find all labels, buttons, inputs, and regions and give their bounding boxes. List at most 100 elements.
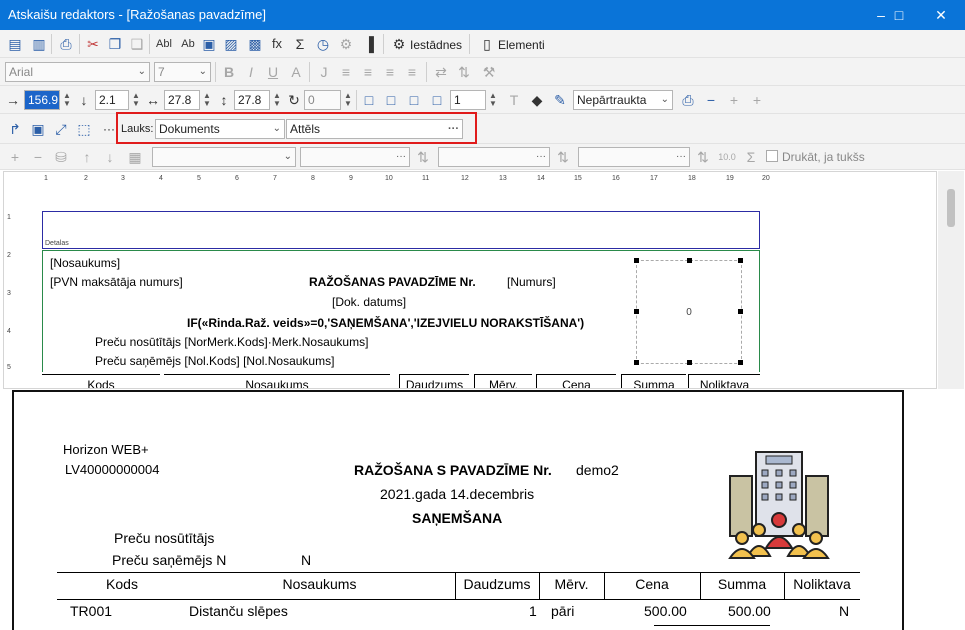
elements-button[interactable]: Elementi [498,38,545,52]
design-numurs[interactable]: [Numurs] [507,275,556,289]
spin-icon[interactable]: ▲ ▼ [132,92,140,108]
text-fit-icon[interactable]: ⇅ [455,63,473,81]
justify-icon[interactable]: J [315,63,333,81]
design-nosaukums[interactable]: [Nosaukums] [50,256,120,270]
bold-icon[interactable]: B [220,63,238,81]
group-field-input[interactable]: ··· [300,147,410,167]
sort2-field-input[interactable]: ··· [578,147,690,167]
top-position-input[interactable]: 2.1 [95,90,129,110]
sum-filter-icon[interactable]: Σ [742,148,760,166]
fit-icon[interactable]: ▣ [29,120,47,138]
border-right-icon[interactable]: □ [428,91,446,109]
design-if-expression[interactable]: IF(«Rinda.Raž. veids»=0,'SAŅEMŠANA','IZE… [187,316,584,330]
sort-icon[interactable]: ⇅ [554,148,572,166]
sort2-icon[interactable]: ⇅ [694,148,712,166]
spin-icon[interactable]: ▲ ▼ [489,92,497,108]
design-pvn[interactable]: [PVN maksātāja numurs] [50,275,183,289]
design-col-cena[interactable]: Cena [536,374,616,388]
print-if-empty-checkbox[interactable] [766,150,778,162]
sum-icon[interactable]: Σ [291,35,309,53]
rotation-input[interactable]: 0 [304,90,341,110]
design-date[interactable]: [Dok. datums] [332,295,406,309]
print-preview-icon[interactable]: ⎙ [57,35,75,53]
details-band[interactable]: Detalas [42,211,760,249]
text-wrap-icon[interactable]: ⇄ [432,63,450,81]
design-col-nosaukums[interactable]: Nosaukums [164,374,390,388]
cut-icon[interactable]: ✂ [84,35,102,53]
border-width-input[interactable]: 1 [450,90,486,110]
border-top-icon[interactable]: □ [382,91,400,109]
save-icon[interactable]: ▤ [6,35,24,53]
add-icon[interactable]: + [6,148,24,166]
minus-icon[interactable]: − [702,91,720,109]
plus-small-icon[interactable]: + [748,91,766,109]
sort-az-icon[interactable]: ⇅ [414,148,432,166]
picture-field-icon[interactable]: ▩ [246,35,264,53]
barcode-icon[interactable]: ▐ [360,35,378,53]
design-col-merv[interactable]: Mērv. [474,374,532,388]
text-style-icon[interactable]: T [505,91,523,109]
wrench-icon[interactable]: ⚒ [480,63,498,81]
align-center-icon[interactable]: ≡ [359,63,377,81]
border-bottom-icon[interactable]: □ [405,91,423,109]
copy-icon[interactable]: ❐ [106,35,124,53]
settings-button[interactable]: Iestādnes [410,38,462,52]
vertical-scrollbar[interactable] [938,171,964,389]
group-icon[interactable]: ▦ [126,148,144,166]
pen-color-icon[interactable]: ✎ [551,91,569,109]
gear-icon[interactable]: ⚙ [390,35,408,53]
move-up-icon[interactable]: ↑ [78,148,96,166]
database-icon[interactable]: ⛁ [52,148,70,166]
expand-icon[interactable]: ⬚ [75,120,93,138]
italic-icon[interactable]: I [242,63,260,81]
design-title[interactable]: RAŽOŠANAS PAVADZĪME Nr. [309,275,476,289]
remove-icon[interactable]: − [29,148,47,166]
width-input[interactable]: 27.8 [164,90,200,110]
design-col-noliktava[interactable]: Noliktava [688,374,760,388]
sort-field-input[interactable]: ··· [438,147,550,167]
printer-icon[interactable]: ⎙ [679,91,697,109]
spin-icon[interactable]: ▲ ▼ [203,92,211,108]
gear-element-icon[interactable]: ⚙ [337,35,355,53]
maximize-icon[interactable]: □ [884,4,914,26]
move-down-icon[interactable]: ↓ [101,148,119,166]
formula-icon[interactable]: fx [268,35,286,53]
save-as-icon[interactable]: ▥ [30,35,48,53]
border-left-icon[interactable]: □ [360,91,378,109]
align-right-icon[interactable]: ≡ [381,63,399,81]
shape-icon[interactable]: ▣ [200,35,218,53]
border-style-select[interactable]: Nepārtraukta ⌄ [573,90,673,110]
align-justify-icon[interactable]: ≡ [403,63,421,81]
design-col-kods[interactable]: Kods [42,374,160,388]
text-element-icon[interactable]: Abl [153,35,175,53]
bring-front-icon[interactable]: ↱ [6,120,24,138]
image-field[interactable]: 0 [636,260,742,364]
spin-icon[interactable]: ▲ ▼ [344,92,352,108]
align-left-icon[interactable]: ≡ [337,63,355,81]
font-size-select[interactable]: 7 ⌄ [154,62,211,82]
design-col-daudzums[interactable]: Daudzums [399,374,469,388]
decimal-icon[interactable]: 10.0 [718,148,736,166]
document-icon[interactable]: ▯ [478,35,496,53]
height-input[interactable]: 27.8 [234,90,270,110]
font-color-icon[interactable]: A [287,63,305,81]
image-icon[interactable]: ▨ [222,35,240,53]
spin-icon[interactable]: ▲ ▼ [273,92,281,108]
left-position-input[interactable]: 156.9 [24,90,60,110]
scroll-thumb[interactable] [947,189,955,227]
spin-up-icon[interactable]: ▲ ▼ [63,92,71,108]
font-family-select[interactable]: Arial ⌄ [5,62,150,82]
design-sender[interactable]: Preču nosūtītājs [NorMerk.Kods]·Merk.Nos… [95,335,368,349]
underline-icon[interactable]: U [264,63,282,81]
fill-color-icon[interactable]: ◆ [528,91,546,109]
date-icon[interactable]: ◷ [314,35,332,53]
group-select[interactable]: ⌄ [152,147,296,167]
design-col-summa[interactable]: Summa [621,374,686,388]
close-icon[interactable]: ✕ [926,4,956,26]
plus-icon[interactable]: + [725,91,743,109]
design-canvas[interactable]: 12 34 56 78 9 10 11 12 13 14 15 16 17 18 19 20… [3,171,937,389]
resize-icon[interactable]: ⤢ [52,120,70,138]
design-receiver[interactable]: Preču saņēmējs [Nol.Kods] [Nol.Nosaukums… [95,354,334,368]
field-element-icon[interactable]: Ab [177,35,199,53]
paste-icon[interactable]: ❑ [128,35,146,53]
